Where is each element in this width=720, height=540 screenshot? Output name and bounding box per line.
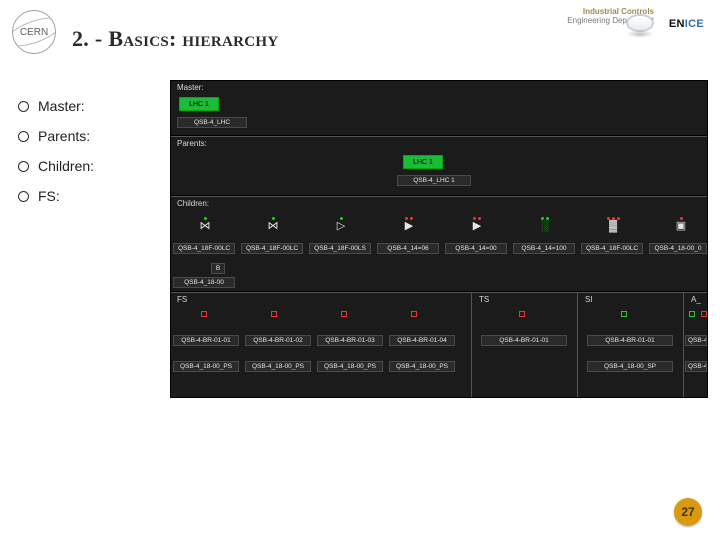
fs-led-icon — [271, 311, 277, 317]
label-master: Master: — [177, 83, 204, 92]
bullet-children: Children: — [18, 158, 94, 174]
fs-label: QSB-4-BR-01-01 — [173, 335, 239, 346]
divider-3 — [171, 291, 707, 297]
child-icon-5: ░ — [511, 211, 579, 237]
child-extra-b: B — [211, 263, 225, 274]
page-number-text: 27 — [681, 505, 694, 519]
child-label: QSB-4_18F-00LC — [581, 243, 643, 254]
title-suffix: : hierarchy — [169, 26, 278, 51]
slide: CERN Industrial Controls Engineering Dep… — [0, 0, 720, 540]
child-label: QSB-4_18F-00LS — [309, 243, 371, 254]
child-label: QSB-4_14=100 — [513, 243, 575, 254]
child-icon-3: ▶ — [375, 211, 443, 237]
brand-badge: ENICE — [660, 12, 708, 38]
ts-led-icon — [519, 311, 525, 317]
bullet-fs: FS: — [18, 188, 94, 204]
vsep-1 — [471, 293, 472, 397]
badge-ice: ICE — [685, 18, 704, 30]
vsep-2 — [577, 293, 578, 397]
ts-label: QSB-4-BR-01-01 — [481, 335, 567, 346]
parent-status-box: LHC 1 — [403, 155, 443, 169]
a-led-icon — [701, 311, 707, 317]
child-label: QSB-4_18-00_0 — [649, 243, 707, 254]
child-label: QSB-4_18F-00LC — [241, 243, 303, 254]
fs-led-icon — [341, 311, 347, 317]
fs-label2: QSB-4_18-00_PS — [317, 361, 383, 372]
child-icon-4: ▶ — [443, 211, 511, 237]
capsule-shadow-icon — [626, 30, 654, 38]
fs-label: QSB-4-BR-01-04 — [389, 335, 455, 346]
master-status-box: LHC 1 — [179, 97, 219, 111]
child-icon-7: ▣ — [647, 211, 715, 237]
slide-title: 2. - Basics: hierarchy — [72, 26, 278, 52]
cern-logo: CERN — [12, 10, 56, 54]
fs-label: QSB-4-BR-01-02 — [245, 335, 311, 346]
vsep-3 — [683, 293, 684, 397]
fs-led-icon — [411, 311, 417, 317]
master-path: QSB-4_LHC — [177, 117, 247, 128]
child-extra-path: QSB-4_18-00 — [173, 277, 235, 288]
child-label: QSB-4_18F-00LC — [173, 243, 235, 254]
hierarchy-panel: Master: Parents: Children: FS TS SI A_ L… — [170, 80, 708, 398]
cern-logo-text: CERN — [20, 27, 48, 38]
divider-2 — [171, 195, 707, 201]
divider-1 — [171, 135, 707, 141]
fs-label2: QSB-4_18-00_PS — [389, 361, 455, 372]
a-led-icon — [689, 311, 695, 317]
bullet-parents: Parents: — [18, 128, 94, 144]
bullet-list: Master: Parents: Children: FS: — [18, 90, 94, 218]
si-label2: QSB-4_18-00_SP — [587, 361, 673, 372]
si-label: QSB-4-BR-01-01 — [587, 335, 673, 346]
fs-label2: QSB-4_18-00_PS — [245, 361, 311, 372]
a-label: QSB-4-BR-01-B — [685, 335, 707, 346]
child-label: QSB-4_14=06 — [377, 243, 439, 254]
badge-text: ENICE — [669, 18, 704, 30]
title-main: Basics — [108, 26, 169, 51]
fs-label2: QSB-4_18-00_PS — [173, 361, 239, 372]
badge-en: EN — [669, 18, 685, 30]
si-led-icon — [621, 311, 627, 317]
child-icon-2: ▷ — [307, 211, 375, 237]
child-icon-1: ⋈ — [239, 211, 307, 237]
title-prefix: 2. - — [72, 26, 108, 51]
child-icon-6: ▓ — [579, 211, 647, 237]
fs-label: QSB-4-BR-01-03 — [317, 335, 383, 346]
child-label: QSB-4_14=00 — [445, 243, 507, 254]
a-label2: QSB-4_18-00_SP — [685, 361, 707, 372]
page-number: 27 — [674, 498, 702, 526]
parent-path: QSB-4_LHC 1 — [397, 175, 471, 186]
fs-led-icon — [201, 311, 207, 317]
bullet-master: Master: — [18, 98, 94, 114]
child-icon-0: ⋈ — [171, 211, 239, 237]
